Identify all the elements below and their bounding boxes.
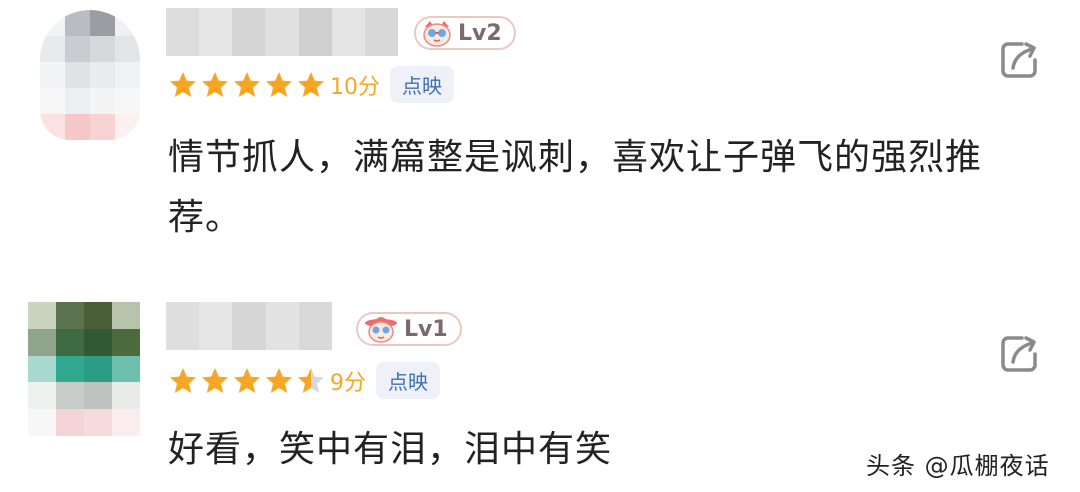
star-full-icon (170, 367, 196, 393)
star-full-icon (234, 367, 260, 393)
rating-row: 10分 点映 (168, 66, 454, 103)
star-full-icon (266, 71, 292, 97)
source-tag: 点映 (376, 362, 440, 399)
username[interactable] (166, 8, 398, 56)
share-icon[interactable] (1000, 40, 1040, 80)
avatar[interactable] (28, 302, 140, 436)
star-full-icon (266, 367, 292, 393)
avatar[interactable] (40, 10, 140, 140)
review-item: Lv2 10分 点映 情节抓人，满篇整是讽刺，喜欢让子弹飞的强烈推荐。 (0, 0, 1080, 270)
level-badge: Lv2 (414, 16, 516, 50)
source-tag: 点映 (390, 66, 454, 103)
score-label: 9分 (330, 370, 366, 396)
star-full-icon (170, 71, 196, 97)
share-icon[interactable] (1000, 334, 1040, 374)
cat-face-icon (423, 21, 451, 47)
star-full-icon (298, 71, 324, 97)
level-label: Lv2 (458, 20, 502, 46)
star-rating (168, 366, 326, 396)
star-full-icon (202, 71, 228, 97)
cat-face-icon (365, 317, 397, 343)
star-full-icon (234, 71, 260, 97)
rating-row: 9分 点映 (168, 362, 440, 399)
level-badge: Lv1 (356, 312, 462, 346)
star-rating (168, 70, 326, 100)
star-full-icon (202, 367, 228, 393)
username[interactable] (166, 302, 333, 350)
level-label: Lv1 (404, 316, 448, 342)
review-text: 情节抓人，满篇整是讽刺，喜欢让子弹飞的强烈推荐。 (168, 137, 983, 238)
watermark: 头条 @瓜棚夜话 (866, 452, 1050, 480)
star-half-icon (298, 367, 324, 393)
score-label: 10分 (330, 74, 380, 100)
